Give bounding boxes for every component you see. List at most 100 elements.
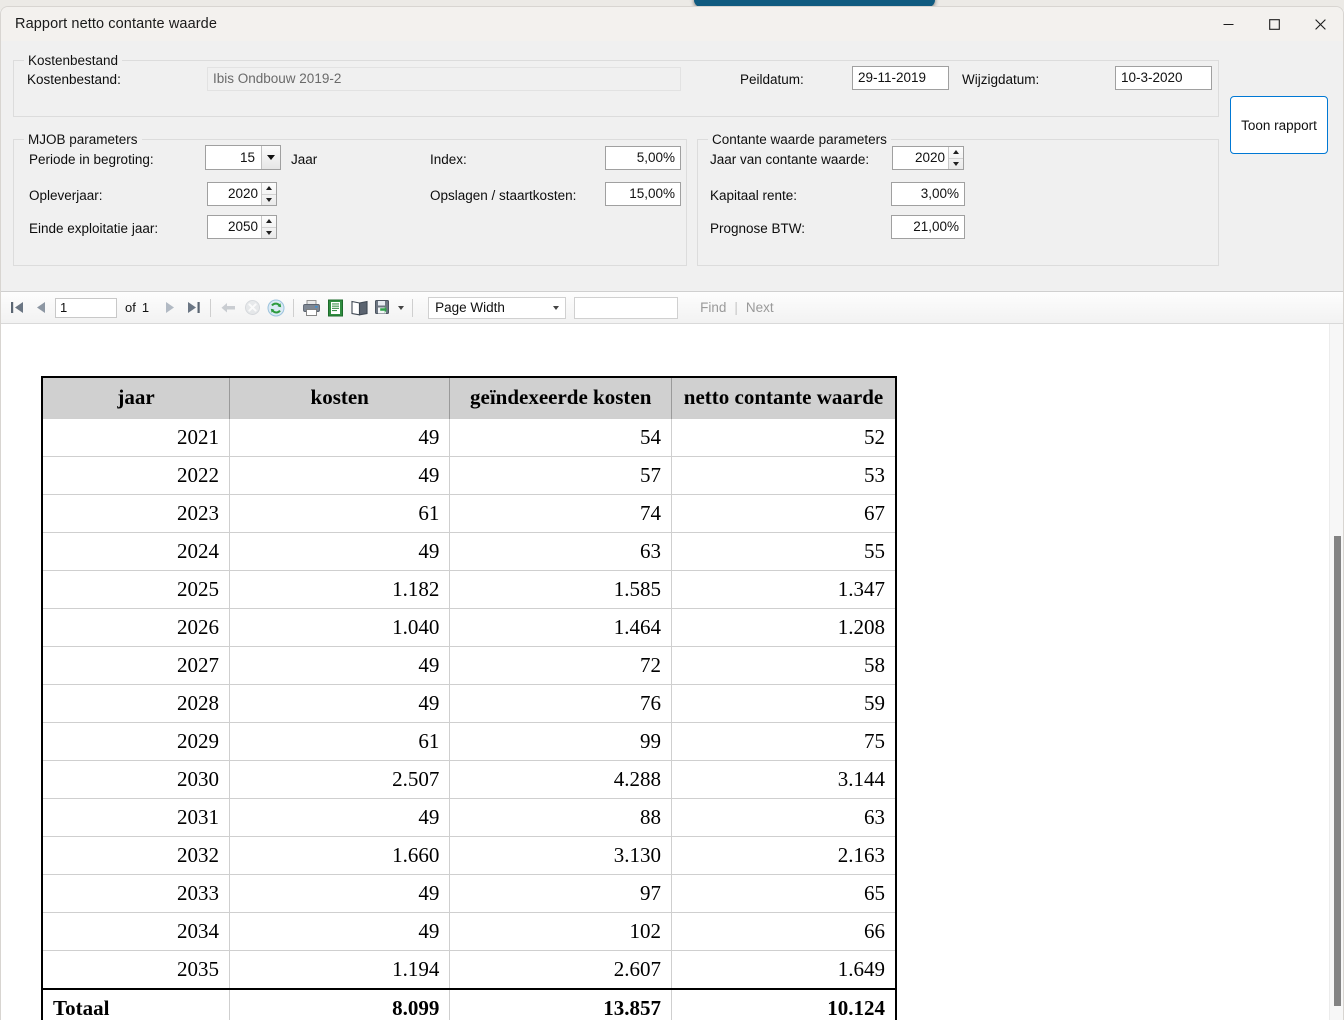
triangle-down-icon [953,161,959,166]
einde-exploitatie-jaar-label: Einde exploitatie jaar: [29,221,159,236]
mjob-group-legend: MJOB parameters [28,132,138,147]
export-icon [375,299,390,314]
page-number-input[interactable]: 1 [55,297,117,318]
cell-kosten: 49 [229,417,451,457]
opslagen-staartkosten-field[interactable]: 15,00% [605,182,681,206]
cell-netto-contante-waarde: 1.649 [671,949,896,989]
stop-icon [244,300,260,315]
cell-jaar: 2033 [42,873,231,913]
last-page-icon [187,302,200,313]
stop-button[interactable] [240,295,264,321]
spin-down-button[interactable] [949,159,963,170]
close-button[interactable] [1297,7,1343,41]
einde-spin-arrows[interactable] [261,216,276,238]
cell-geindexeerde-kosten: 57 [449,455,673,495]
triangle-up-icon [266,219,272,224]
spin-down-button[interactable] [262,228,276,239]
find-input[interactable] [574,296,679,319]
opslagen-staartkosten-label: Opslagen / staartkosten: [430,188,577,203]
toolbar-separator-2 [293,298,295,317]
cell-geindexeerde-kosten: 54 [449,417,673,457]
total-pages-label: 1 [141,300,150,315]
table-row: 2034 49 102 66 [42,911,896,951]
cell-jaar: 2022 [42,455,231,495]
cell-geindexeerde-kosten: 88 [449,797,673,837]
column-header-geindexeerde-kosten: geïndexeerde kosten [449,377,673,419]
minimize-button[interactable] [1205,7,1251,41]
report-table: jaar kosten geïndexeerde kosten netto co… [41,376,897,1020]
toolbar-separator [210,298,212,317]
kapitaal-rente-label: Kapitaal rente: [710,188,798,203]
cell-kosten: 1.194 [229,949,451,989]
toon-rapport-button[interactable]: Toon rapport [1230,96,1328,154]
cell-total-netto-contante-waarde: 10.124 [671,987,896,1020]
zoom-dropdown-button[interactable] [547,305,565,310]
prognose-btw-field[interactable]: 21,00% [891,215,965,239]
spin-up-button[interactable] [262,183,276,195]
jaar-van-contante-waarde-stepper[interactable]: 2020 [892,146,964,170]
cell-netto-contante-waarde: 65 [671,873,896,913]
table-row: 2026 1.040 1.464 1.208 [42,607,896,647]
periode-dropdown-button[interactable] [261,146,280,169]
next-link[interactable]: Next [746,300,774,315]
spin-up-button[interactable] [949,147,963,159]
minimize-icon [1223,23,1233,25]
maximize-button[interactable] [1251,7,1297,41]
peildatum-field[interactable]: 29-11-2019 [852,66,949,90]
index-field[interactable]: 5,00% [605,146,681,170]
kostenbestand-label: Kostenbestand: [27,72,121,87]
refresh-icon [267,299,285,316]
cell-geindexeerde-kosten: 3.130 [449,835,673,875]
cell-jaar: 2025 [42,569,231,609]
close-icon [1314,18,1326,30]
kapitaal-rente-field[interactable]: 3,00% [891,182,965,206]
peildatum-label: Peildatum: [740,72,804,87]
einde-exploitatie-jaar-stepper[interactable]: 2050 [207,215,277,239]
wijzigdatum-field[interactable]: 10-3-2020 [1115,66,1212,90]
jaar-cw-spin-arrows[interactable] [948,147,963,169]
report-vertical-scrollbar[interactable] [1329,324,1343,1020]
cell-total-label: Totaal [42,987,231,1020]
cell-jaar: 2029 [42,721,231,761]
opleverjaar-spin-arrows[interactable] [261,183,276,205]
column-header-kosten: kosten [229,377,451,419]
page-setup-button[interactable] [347,295,371,321]
first-page-button[interactable] [5,295,29,321]
table-row: 2022 49 57 53 [42,455,896,495]
cell-netto-contante-waarde: 59 [671,683,896,723]
export-button[interactable] [371,295,395,321]
find-link[interactable]: Find [700,300,726,315]
wijzigdatum-label: Wijzigdatum: [962,72,1040,87]
cell-jaar: 2030 [42,759,231,799]
cell-jaar: 2032 [42,835,231,875]
back-button[interactable] [216,295,240,321]
of-label: of [125,300,136,315]
kostenbestand-field[interactable]: Ibis Ondbouw 2019-2 [207,67,681,91]
opleverjaar-stepper[interactable]: 2020 [207,182,277,206]
chevron-down-icon [398,305,405,310]
zoom-level-combobox[interactable]: Page Width [428,296,567,319]
spin-down-button[interactable] [262,195,276,206]
next-page-button[interactable] [157,295,181,321]
periode-in-begroting-combobox[interactable]: 15 [205,145,281,170]
last-page-button[interactable] [181,295,205,321]
print-layout-button[interactable] [323,295,347,321]
periode-unit-label: Jaar [291,152,318,167]
export-dropdown-button[interactable] [395,295,407,321]
cell-kosten: 49 [229,873,451,913]
table-row: 2032 1.660 3.130 2.163 [42,835,896,875]
previous-page-button[interactable] [29,295,53,321]
cell-kosten: 1.040 [229,607,451,647]
spin-up-button[interactable] [262,216,276,228]
cell-netto-contante-waarde: 75 [671,721,896,761]
cell-kosten: 49 [229,911,451,951]
report-scrollbar-thumb[interactable] [1334,536,1341,1006]
print-button[interactable] [299,295,323,321]
cell-kosten: 49 [229,645,451,685]
table-row: 2028 49 76 59 [42,683,896,723]
index-label: Index: [430,152,467,167]
table-row: 2024 49 63 55 [42,531,896,571]
cell-netto-contante-waarde: 55 [671,531,896,571]
refresh-button[interactable] [264,295,288,321]
table-header-row: jaar kosten geïndexeerde kosten netto co… [42,377,896,419]
